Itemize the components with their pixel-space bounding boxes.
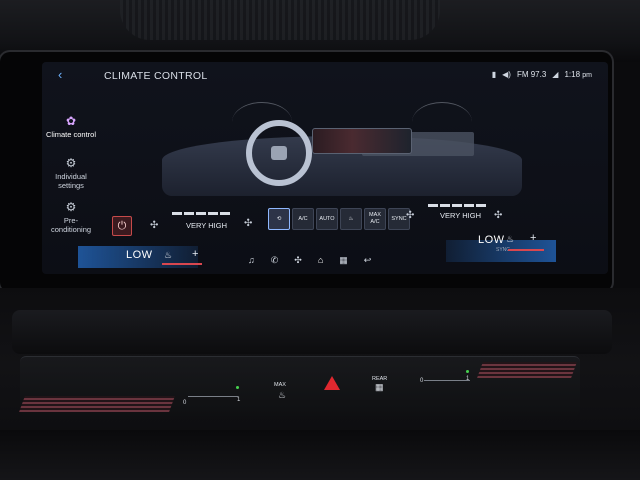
right-seat-heat-icon[interactable]: ♨ [506, 234, 514, 245]
radio-station: FM 97.3 [516, 70, 547, 79]
fan-icon[interactable]: ✣ [294, 255, 302, 266]
left-scale-start: 0 [183, 400, 187, 406]
home-icon[interactable]: ⌂ [318, 255, 323, 266]
top-bar: ‹ CLIMATE CONTROL ▮ ◀) FM 97.3 ◢ 1:18 pm [42, 62, 608, 88]
max-ac-button[interactable]: MAX A/C [364, 208, 386, 230]
climate-icon: ✿ [65, 114, 77, 128]
music-icon[interactable]: ♫ [248, 255, 255, 266]
left-scale-end: 1 [237, 397, 241, 403]
status-area: ▮ ◀) FM 97.3 ◢ 1:18 pm [492, 70, 592, 79]
max-defrost-label: MAX [274, 382, 286, 388]
phone-status-icon: ▮ [491, 70, 497, 79]
right-heat-indicator [508, 249, 544, 251]
left-temperature[interactable]: LOW [126, 249, 153, 261]
left-slider-indicator [236, 386, 239, 389]
ac-button[interactable]: A/C [292, 208, 314, 230]
right-scale-start: 0 [420, 378, 424, 384]
auto-button[interactable]: AUTO [316, 208, 338, 230]
lower-console [0, 430, 640, 480]
nav-preconditioning[interactable]: ⚙ Pre- conditioning [42, 200, 100, 234]
cluster-illustration [312, 128, 412, 154]
right-scale-end: 1 [466, 376, 470, 382]
left-seat-heat-icon[interactable]: ♨ [164, 250, 172, 261]
right-vent-slider[interactable] [424, 380, 470, 381]
preconditioning-icon: ⚙ [65, 200, 77, 214]
recirculation-icon: ⟲ [276, 215, 282, 222]
fan-left-icon[interactable]: ✣ [150, 220, 158, 231]
rear-defrost-button[interactable]: ▦ [375, 382, 384, 393]
call-icon[interactable]: ↩ [364, 255, 372, 266]
hazard-button[interactable] [324, 376, 340, 390]
top-air-vent [120, 0, 440, 40]
right-ambient-vent [477, 362, 577, 378]
right-temperature[interactable]: LOW [478, 234, 505, 246]
fan-right-icon[interactable]: ✣ [406, 210, 414, 221]
phone-icon[interactable]: ✆ [271, 255, 279, 266]
nav-individual-settings[interactable]: ⚙ Individual settings [42, 156, 100, 190]
max-defrost-button[interactable]: ♨ [278, 390, 286, 401]
signal-icon: ◢ [552, 70, 559, 79]
apps-icon[interactable]: ▦ [339, 255, 348, 266]
left-temp-plus-button[interactable]: + [192, 248, 198, 260]
fan-left-increase-icon[interactable]: ✣ [244, 218, 252, 229]
infotainment-screen: ‹ CLIMATE CONTROL ▮ ◀) FM 97.3 ◢ 1:18 pm… [42, 62, 608, 274]
console-trim [12, 310, 612, 354]
left-heat-indicator [162, 263, 202, 265]
left-ambient-vent [19, 396, 175, 412]
individual-settings-icon: ⚙ [65, 156, 77, 170]
left-fan-bars [172, 212, 230, 215]
defrost-icon: ♨ [348, 215, 354, 222]
page-title: CLIMATE CONTROL [104, 70, 208, 82]
back-chevron-icon[interactable]: ‹ [58, 68, 70, 81]
volume-icon: ◀) [502, 70, 511, 79]
bottom-nav: ♫ ✆ ✣ ⌂ ▦ ↩ [248, 255, 371, 266]
nav-climate-control[interactable]: ✿ Climate control [42, 114, 100, 139]
power-button[interactable]: ⏻ [112, 216, 132, 236]
power-icon: ⏻ [117, 220, 127, 232]
right-fan-bars [428, 204, 486, 207]
cabin-visualization [162, 92, 522, 202]
climate-buttons: ⟲ A/C AUTO ♨ MAX A/C SYNC [268, 208, 410, 232]
left-vent-slider[interactable] [188, 396, 238, 397]
left-fan-level: VERY HIGH [186, 221, 227, 230]
right-temp-plus-button[interactable]: + [530, 232, 536, 244]
defrost-button[interactable]: ♨ [340, 208, 362, 230]
steering-wheel-illustration [246, 120, 312, 186]
recirculation-button[interactable]: ⟲ [268, 208, 290, 230]
fan-right-increase-icon[interactable]: ✣ [494, 210, 502, 221]
clock: 1:18 pm [564, 70, 592, 79]
right-fan-level: VERY HIGH [440, 211, 481, 220]
right-slider-indicator [466, 370, 469, 373]
